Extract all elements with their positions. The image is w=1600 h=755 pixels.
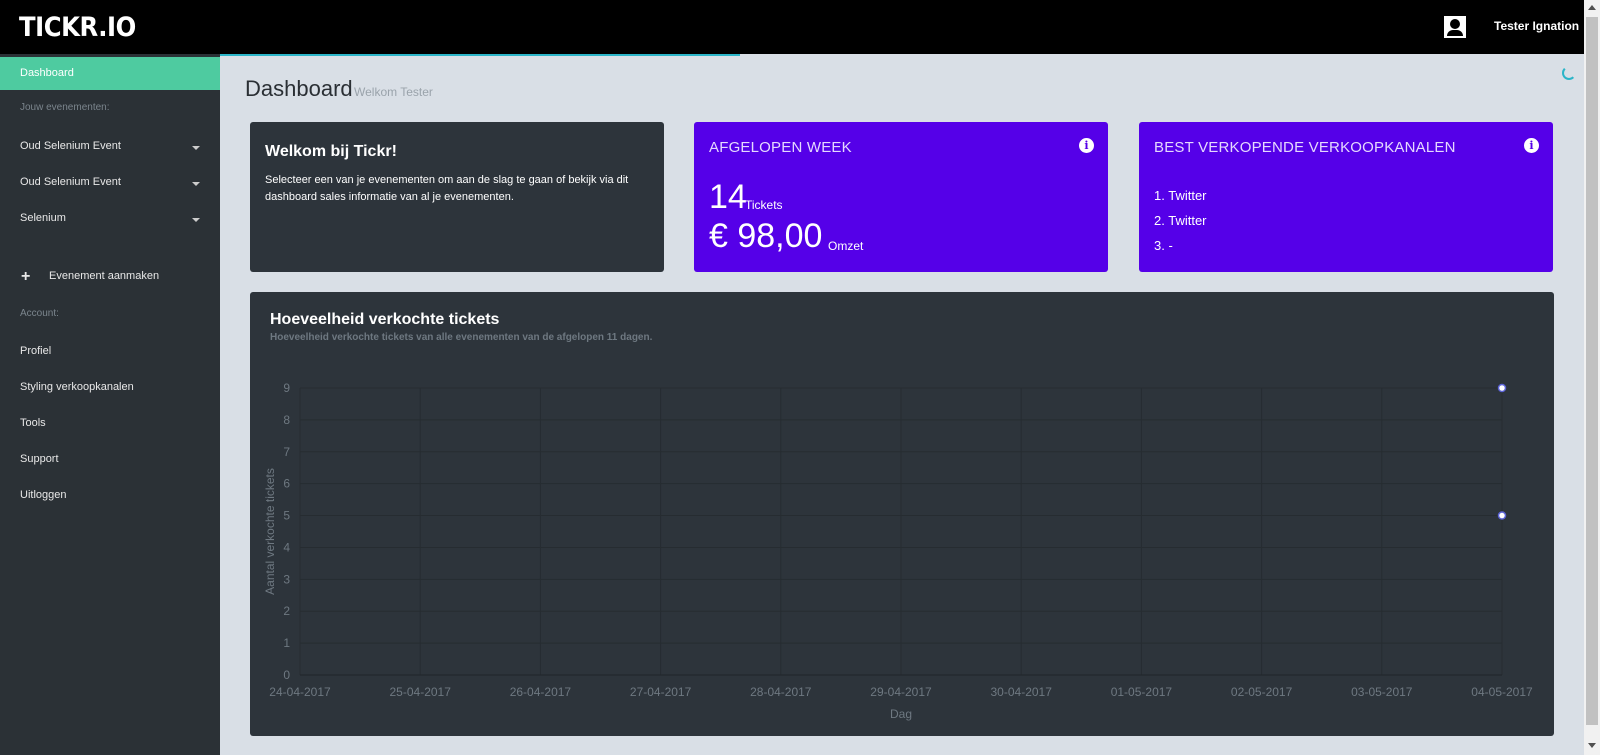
y-tick-label: 2 (283, 604, 290, 618)
y-tick-label: 6 (283, 477, 290, 491)
week-stats-title: AFGELOPEN WEEK (709, 139, 852, 156)
x-tick-label: 29-04-2017 (870, 685, 932, 699)
sidebar-item-support[interactable]: Support (20, 453, 59, 465)
info-icon[interactable]: i (1079, 138, 1094, 153)
channel-rank-1: 1. Twitter (1154, 188, 1207, 203)
chevron-down-icon[interactable] (192, 218, 200, 222)
tickets-chart: 0 1 2 3 4 5 6 7 8 9 24-04-2017 25-04-2017 26-04-2017… (263, 381, 1533, 721)
plus-icon[interactable]: + (21, 268, 30, 286)
info-icon[interactable]: i (1524, 138, 1539, 153)
y-tick-label: 8 (283, 413, 290, 427)
page-title: Dashboard (245, 76, 353, 101)
channel-rank-2: 2. Twitter (1154, 213, 1207, 228)
sidebar-item-event-3[interactable]: Selenium (20, 212, 66, 224)
loading-progress-bar (220, 54, 740, 56)
channels-card: BEST VERKOPENDE VERKOOPKANALEN i 1. Twit… (1139, 122, 1553, 272)
account-section-label: Account: (20, 308, 59, 319)
y-tick-label: 5 (283, 509, 290, 523)
y-axis-label: Aantal verkochte tickets (263, 468, 277, 595)
chevron-down-icon[interactable] (192, 182, 200, 186)
x-tick-label: 30-04-2017 (991, 685, 1053, 699)
events-section-label: Jouw evenementen: (20, 102, 110, 113)
sidebar-item-styling[interactable]: Styling verkoopkanalen (20, 381, 134, 393)
welcome-title: Welkom bij Tickr! (265, 143, 397, 160)
x-tick-label: 28-04-2017 (750, 685, 812, 699)
sidebar-item-uitloggen[interactable]: Uitloggen (20, 489, 66, 501)
chevron-down-icon[interactable] (192, 146, 200, 150)
data-point (1497, 383, 1507, 393)
y-tick-label: 7 (283, 445, 290, 459)
x-tick-label: 01-05-2017 (1111, 685, 1173, 699)
sidebar-item-tools[interactable]: Tools (20, 417, 46, 429)
channel-rank-3: 3. - (1154, 238, 1173, 253)
channels-title: BEST VERKOPENDE VERKOOPKANALEN (1154, 139, 1456, 156)
y-tick-label: 9 (283, 381, 290, 395)
user-menu[interactable]: Tester Ignation (1494, 19, 1579, 33)
x-tick-label: 04-05-2017 (1471, 685, 1533, 699)
y-tick-label: 1 (283, 636, 290, 650)
sidebar-item-create-event[interactable]: Evenement aanmaken (49, 270, 159, 282)
x-tick-label: 25-04-2017 (390, 685, 452, 699)
x-tick-label: 24-04-2017 (269, 685, 331, 699)
app-logo[interactable]: TICKR.IO (19, 12, 136, 43)
page-subtitle: Welkom Tester (354, 85, 433, 99)
scrollbar-thumb[interactable] (1586, 17, 1598, 725)
welcome-card: Welkom bij Tickr! Selecteer een van je e… (250, 122, 664, 272)
sidebar-item-profiel[interactable]: Profiel (20, 345, 51, 357)
y-tick-label: 0 (283, 668, 290, 682)
sidebar: Dashboard Jouw evenementen: Oud Selenium… (0, 54, 220, 755)
scrollbar[interactable] (1584, 0, 1600, 755)
y-tick-label: 4 (283, 540, 290, 554)
x-tick-label: 02-05-2017 (1231, 685, 1293, 699)
revenue-amount: € 98,00 (709, 217, 823, 255)
tickets-label: Tickets (745, 198, 783, 212)
sidebar-item-dashboard[interactable]: Dashboard (0, 57, 220, 90)
x-axis-label: Dag (890, 707, 912, 721)
scroll-up-icon[interactable] (1588, 5, 1596, 10)
week-stats-card: AFGELOPEN WEEK i 14 Tickets € 98,00 Omze… (694, 122, 1108, 272)
sidebar-item-event-1[interactable]: Oud Selenium Event (20, 140, 121, 152)
user-icon[interactable] (1444, 16, 1466, 38)
loading-spinner-icon (1562, 66, 1576, 80)
sidebar-item-event-2[interactable]: Oud Selenium Event (20, 176, 121, 188)
scroll-down-icon[interactable] (1588, 743, 1596, 748)
x-tick-label: 27-04-2017 (630, 685, 692, 699)
x-tick-label: 03-05-2017 (1351, 685, 1413, 699)
welcome-text: Selecteer een van je evenementen om aan … (265, 174, 629, 203)
tickets-chart-card: Hoeveelheid verkochte tickets Hoeveelhei… (250, 292, 1554, 736)
data-point (1497, 511, 1507, 520)
y-tick-label: 3 (283, 572, 290, 586)
top-bar: TICKR.IO Tester Ignation (0, 0, 1584, 54)
revenue-label: Omzet (828, 239, 864, 253)
tickets-count: 14 (709, 178, 747, 216)
x-tick-label: 26-04-2017 (510, 685, 572, 699)
